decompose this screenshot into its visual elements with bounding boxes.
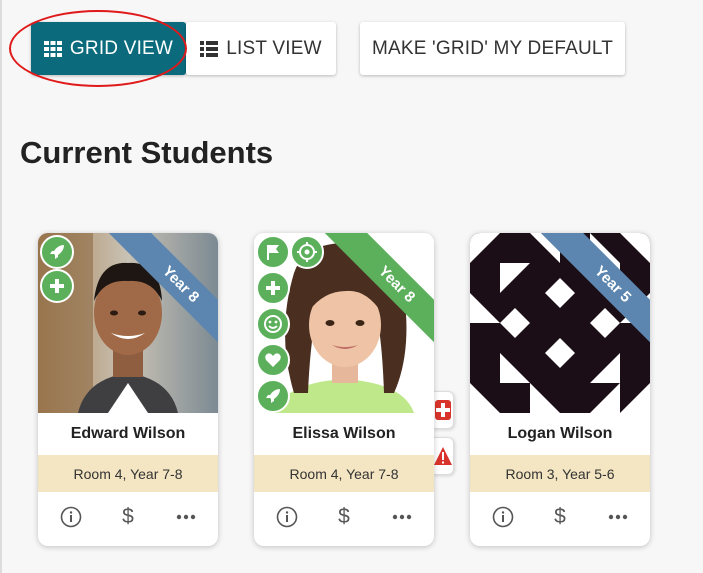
student-name: Elissa Wilson [292, 425, 396, 442]
more-options-icon[interactable] [387, 502, 417, 532]
target-badge-icon[interactable] [290, 235, 324, 269]
flag-badge-icon[interactable] [256, 235, 290, 269]
rocket-icon [266, 389, 280, 403]
plus-icon [50, 279, 64, 293]
student-name: Edward Wilson [70, 425, 186, 442]
add-badge-icon[interactable] [256, 271, 290, 305]
medical-alert-tab[interactable] [433, 391, 454, 429]
warning-alert-tab[interactable] [433, 437, 454, 475]
more-options-icon[interactable] [171, 502, 201, 532]
fees-icon[interactable]: $ [545, 502, 575, 532]
student-card[interactable]: Year 5 Logan Wilson Room 3, Year 5-6 $ [470, 233, 650, 546]
default-avatar-pattern-image [470, 233, 650, 413]
grid-view-button[interactable]: GRID VIEW [31, 22, 186, 75]
list-view-button[interactable]: LIST VIEW [186, 22, 336, 75]
fees-icon[interactable]: $ [113, 502, 143, 532]
rocket-badge-icon[interactable] [256, 379, 290, 413]
info-icon[interactable] [488, 502, 518, 532]
heart-icon [265, 353, 281, 367]
add-badge-icon[interactable] [40, 269, 74, 303]
student-room: Room 3, Year 5-6 [470, 455, 650, 492]
info-icon[interactable] [56, 502, 86, 532]
card-actions: $ [470, 498, 650, 536]
heart-badge-icon[interactable] [256, 343, 290, 377]
warning-icon [434, 447, 452, 465]
list-icon [200, 40, 219, 57]
make-default-button[interactable]: MAKE 'GRID' MY DEFAULT [360, 22, 625, 75]
make-default-label: MAKE 'GRID' MY DEFAULT [371, 37, 614, 59]
more-options-icon[interactable] [603, 502, 633, 532]
grid-view-label: GRID VIEW [69, 37, 174, 59]
student-name: Logan Wilson [507, 425, 613, 442]
plus-icon [266, 281, 280, 295]
rocket-icon [50, 245, 64, 259]
medical-cross-icon [435, 400, 451, 420]
student-room: Room 4, Year 7-8 [254, 455, 434, 492]
card-actions: $ [38, 498, 218, 536]
card-actions: $ [254, 498, 434, 536]
smiley-badge-icon[interactable] [256, 307, 290, 341]
page-left-border [0, 0, 2, 573]
flag-icon [267, 245, 279, 260]
info-icon[interactable] [272, 502, 302, 532]
target-icon [297, 242, 317, 262]
rocket-badge-icon[interactable] [40, 235, 74, 269]
smiley-icon [264, 315, 282, 333]
student-photo[interactable] [470, 233, 650, 413]
list-view-label: LIST VIEW [226, 37, 322, 59]
student-card[interactable]: Year 8 Elissa Wilson Room 4, Year 7-8 $ [254, 233, 434, 546]
fees-icon[interactable]: $ [329, 502, 359, 532]
student-card[interactable]: Year 8 Edward Wilson Room 4, Year 7-8 $ [38, 233, 218, 546]
student-room: Room 4, Year 7-8 [38, 455, 218, 492]
grid-icon [43, 40, 62, 57]
section-title: Current Students [20, 135, 274, 170]
